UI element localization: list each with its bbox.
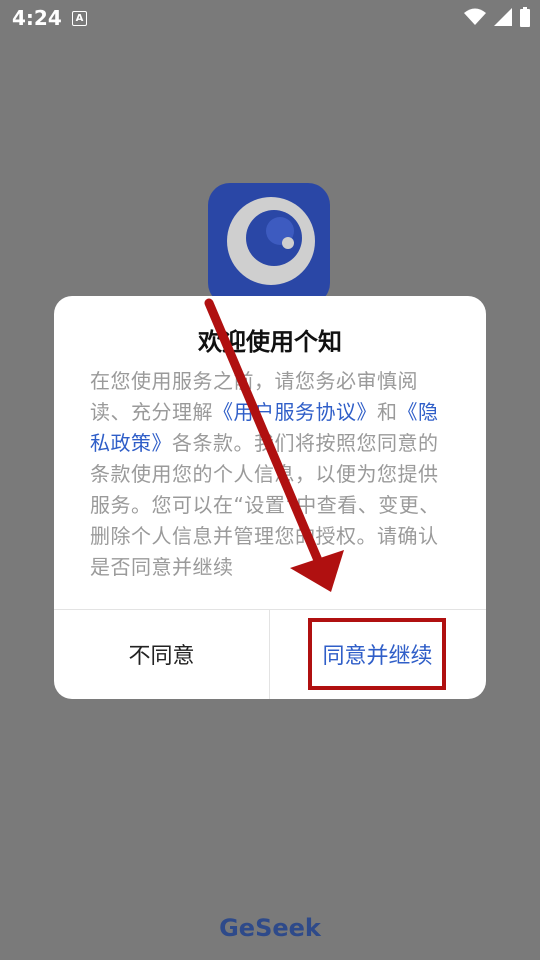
footer-logo: GeSeek — [219, 914, 321, 942]
wifi-icon — [464, 8, 486, 25]
body-text-2: 和 — [377, 400, 398, 424]
status-bar: 4:24 A — [0, 0, 540, 36]
status-icons — [464, 7, 530, 27]
notification-a-icon: A — [72, 11, 87, 26]
dialog-body: 在您使用服务之前，请您务必审慎阅读、充分理解《用户服务协议》和《隐私政策》各条款… — [90, 366, 450, 583]
signal-icon — [494, 8, 512, 26]
user-agreement-link[interactable]: 《用户服务协议》 — [213, 400, 377, 424]
privacy-dialog: 欢迎使用个知 在您使用服务之前，请您务必审慎阅读、充分理解《用户服务协议》和《隐… — [54, 296, 486, 699]
status-time: 4:24 — [12, 6, 62, 30]
battery-icon — [520, 7, 530, 27]
app-logo-icon — [208, 183, 330, 305]
highlight-box — [308, 618, 446, 690]
dialog-title: 欢迎使用个知 — [198, 328, 342, 356]
disagree-button[interactable]: 不同意 — [54, 609, 269, 699]
